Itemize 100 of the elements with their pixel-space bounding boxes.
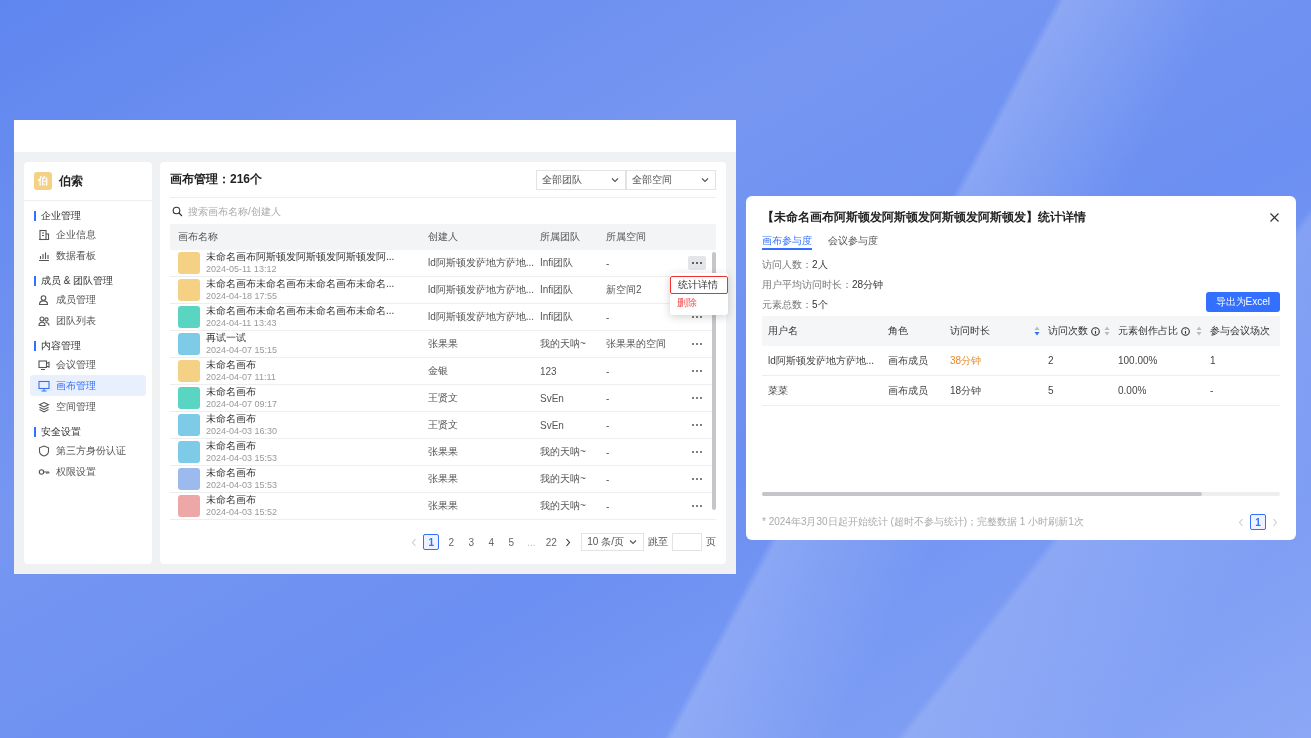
stat-text: 访问人数：2人: [762, 258, 829, 272]
menu-item[interactable]: 统计详情: [670, 276, 728, 294]
filter-dropdown[interactable]: 全部团队: [536, 169, 626, 190]
team-cell: 我的天呐~: [540, 445, 586, 459]
space-cell: -: [606, 311, 610, 323]
space-cell: -: [606, 500, 610, 512]
canvas-date: 2024-04-03 15:52: [206, 506, 278, 518]
table-cell: 18分钟: [950, 383, 982, 398]
section-heading: 内容管理: [34, 341, 142, 351]
sidebar-item[interactable]: 数据看板: [30, 245, 146, 266]
page-number[interactable]: 2: [443, 534, 460, 550]
canvas-date: 2024-05-11 13:12: [206, 263, 278, 275]
table-cell: -: [1210, 385, 1214, 396]
page-title: 画布管理：216个: [170, 171, 263, 188]
section-heading: 成员 & 团队管理: [34, 276, 142, 286]
scrollbar[interactable]: [762, 492, 1280, 496]
canvas-date: 2024-04-07 09:17: [206, 398, 278, 410]
tab[interactable]: 会议参与度: [828, 234, 878, 250]
team-cell: SvEn: [540, 392, 564, 404]
sidebar-item[interactable]: 企业信息: [30, 224, 146, 245]
sidebar-item[interactable]: 成员管理: [30, 289, 146, 310]
more-icon: [691, 369, 703, 373]
column-header: 访问次数: [1048, 324, 1088, 338]
more-icon: [691, 261, 703, 265]
canvas-name[interactable]: 未命名画布未命名画布未命名画布未命名...: [206, 305, 395, 317]
dialog-title: 【未命名画布阿斯顿发阿斯顿发阿斯顿发阿斯顿发】统计详情: [762, 208, 1086, 226]
shield-icon: [38, 444, 50, 457]
team-cell: Infi团队: [540, 310, 574, 324]
brand-name: 伯索: [59, 172, 83, 190]
filter-dropdown[interactable]: 全部空间: [626, 169, 716, 190]
more-icon: [691, 315, 703, 319]
canvas-name[interactable]: 未命名画布: [206, 386, 278, 398]
person-icon: [38, 293, 50, 306]
canvas-date: 2024-04-03 16:30: [206, 425, 278, 437]
creator-cell: 王贤文: [428, 391, 458, 405]
creator-cell: ld阿斯顿发萨地方萨地...: [428, 256, 535, 270]
table-cell: ld阿斯顿发萨地方萨地...: [768, 353, 875, 368]
export-button[interactable]: 导出为Excel: [1205, 292, 1280, 312]
creator-cell: 张果果: [428, 337, 458, 351]
space-cell: -: [606, 365, 610, 377]
sort-icon[interactable]: [1034, 326, 1040, 336]
canvas-date: 2024-04-07 15:15: [206, 344, 278, 356]
canvas-name[interactable]: 未命名画布: [206, 440, 278, 452]
canvas-name[interactable]: 未命名画布: [206, 494, 278, 506]
table-cell: 100.00%: [1118, 355, 1158, 366]
page-number[interactable]: 22: [543, 534, 560, 550]
page-number[interactable]: 1: [1250, 514, 1266, 530]
video-camera-icon: [38, 358, 50, 371]
team-cell: 我的天呐~: [540, 337, 586, 351]
creator-cell: 金银: [428, 364, 448, 378]
jump-label: 跳至: [648, 535, 668, 549]
table-cell: 画布成员: [888, 353, 928, 368]
stat-text: 用户平均访问时长：28分钟: [762, 278, 884, 292]
canvas-date: 2024-04-11 13:43: [206, 317, 278, 329]
canvas-date: 2024-04-07 11:11: [206, 371, 276, 383]
canvas-date: 2024-04-03 15:53: [206, 479, 278, 491]
sidebar-item[interactable]: 画布管理: [30, 375, 146, 396]
menu-item[interactable]: 删除: [670, 294, 728, 312]
search-field[interactable]: 搜索画布名称/创建人: [188, 205, 716, 217]
space-cell: 张果果的空间: [606, 337, 666, 351]
team-cell: 我的天呐~: [540, 472, 586, 486]
sidebar-item[interactable]: 权限设置: [30, 461, 146, 482]
creator-cell: 张果果: [428, 499, 458, 513]
more-icon: [691, 477, 703, 481]
stat-text: 元素总数：5个: [762, 298, 829, 312]
space-cell: -: [606, 392, 610, 404]
page-number[interactable]: 3: [463, 534, 480, 550]
canvas-name[interactable]: 未命名画布未命名画布未命名画布未命名...: [206, 278, 395, 290]
search-icon: [172, 205, 183, 217]
more-button[interactable]: [688, 256, 706, 270]
column-header: 画布名称: [178, 230, 218, 244]
more-icon: [691, 450, 703, 454]
column-header: 创建人: [428, 230, 458, 244]
sidebar-item[interactable]: 空间管理: [30, 396, 146, 417]
creator-cell: 张果果: [428, 472, 458, 486]
table-cell: 1: [1210, 355, 1216, 366]
canvas-name[interactable]: 未命名画布阿斯顿发阿斯顿发阿斯顿发阿...: [206, 251, 395, 263]
close-icon[interactable]: [1269, 211, 1280, 223]
space-cell: 新空间2: [606, 283, 642, 297]
sidebar-item[interactable]: 会议管理: [30, 354, 146, 375]
page-size-select[interactable]: 10 条/页: [581, 533, 644, 551]
team-cell: 123: [540, 365, 557, 377]
canvas-name[interactable]: 未命名画布: [206, 413, 278, 425]
canvas-date: 2024-04-18 17:55: [206, 290, 279, 302]
page-number[interactable]: 5: [503, 534, 520, 550]
sidebar-item[interactable]: 团队列表: [30, 310, 146, 331]
page-unit-label: 页: [706, 535, 716, 549]
page-input[interactable]: [672, 533, 702, 551]
table-cell: 5: [1048, 385, 1054, 396]
canvas-name[interactable]: 再试一试: [206, 332, 278, 344]
canvas-date: 2024-04-03 15:53: [206, 452, 278, 464]
canvas-name[interactable]: 未命名画布: [206, 467, 278, 479]
tab[interactable]: 画布参与度: [762, 234, 812, 250]
sidebar-item[interactable]: 第三方身份认证: [30, 440, 146, 461]
more-icon: [691, 396, 703, 400]
page-number[interactable]: 4: [483, 534, 500, 550]
team-cell: Infi团队: [540, 256, 574, 270]
creator-cell: 张果果: [428, 445, 458, 459]
canvas-name[interactable]: 未命名画布: [206, 359, 276, 371]
page-number[interactable]: 1: [423, 534, 440, 550]
